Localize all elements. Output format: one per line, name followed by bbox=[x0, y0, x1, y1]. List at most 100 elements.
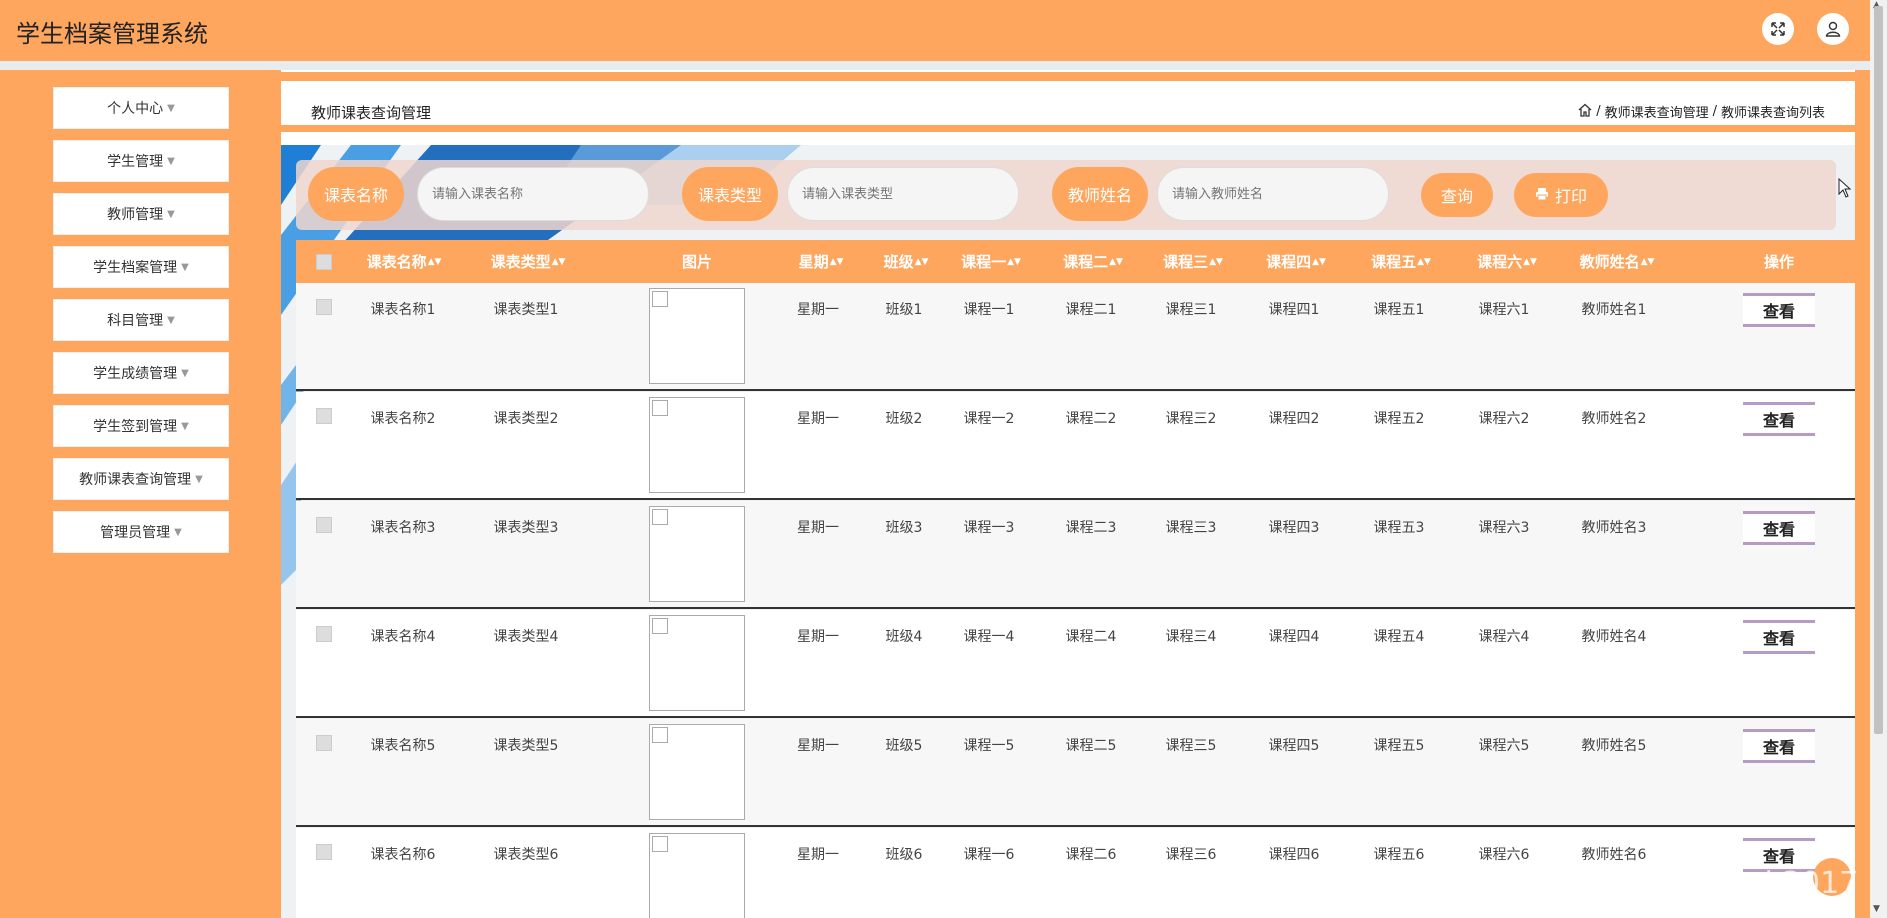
cell-class: 班级1 bbox=[885, 302, 923, 318]
column-header[interactable]: 教师姓名 ▲▼ bbox=[1572, 240, 1662, 283]
caret-down-icon: ▼ bbox=[181, 261, 189, 273]
row-checkbox[interactable] bbox=[316, 408, 332, 424]
sort-icon: ▲▼ bbox=[1007, 256, 1021, 267]
cell-weekday: 星期一 bbox=[797, 629, 839, 645]
column-header[interactable]: 星期 ▲▼ bbox=[796, 240, 846, 283]
cell-c3: 课程三3 bbox=[1165, 520, 1217, 536]
column-header[interactable]: 课程六 ▲▼ bbox=[1472, 240, 1542, 283]
sidebar-item-label: 学生档案管理 bbox=[93, 260, 178, 276]
select-all-checkbox[interactable] bbox=[314, 240, 334, 283]
cell-type: 课表类型2 bbox=[493, 411, 559, 427]
sidebar-item[interactable]: 教师课表查询管理 ▼ bbox=[53, 458, 229, 500]
sort-icon: ▲▼ bbox=[1417, 256, 1431, 267]
column-header[interactable]: 课表名称 ▲▼ bbox=[364, 240, 444, 283]
sidebar-item-label: 学生签到管理 bbox=[93, 419, 178, 435]
user-icon[interactable] bbox=[1817, 13, 1849, 45]
cell-name: 课表名称5 bbox=[370, 738, 436, 754]
cell-name: 课表名称6 bbox=[370, 847, 436, 863]
row-checkbox[interactable] bbox=[316, 844, 332, 860]
app-title: 学生档案管理系统 bbox=[16, 20, 208, 48]
column-header[interactable]: 课程二 ▲▼ bbox=[1058, 240, 1128, 283]
mouse-cursor-icon bbox=[1838, 177, 1852, 202]
column-header[interactable]: 课程四 ▲▼ bbox=[1261, 240, 1331, 283]
cell-c6: 课程六1 bbox=[1478, 302, 1530, 318]
home-icon[interactable] bbox=[1578, 103, 1592, 121]
sidebar-item[interactable]: 科目管理 ▼ bbox=[53, 299, 229, 341]
search-input-name[interactable] bbox=[417, 167, 649, 221]
cell-type: 课表类型5 bbox=[493, 738, 559, 754]
column-header[interactable]: 课程三 ▲▼ bbox=[1158, 240, 1228, 283]
cell-name: 课表名称4 bbox=[370, 629, 436, 645]
vertical-scrollbar[interactable]: ▲ ▼ bbox=[1870, 0, 1887, 918]
cell-c4: 课程四6 bbox=[1268, 847, 1320, 863]
column-header[interactable]: 班级 ▲▼ bbox=[881, 240, 931, 283]
row-checkbox[interactable] bbox=[316, 735, 332, 751]
scroll-down-icon[interactable]: ▼ bbox=[1873, 904, 1880, 914]
sidebar-item[interactable]: 学生签到管理 ▼ bbox=[53, 405, 229, 447]
sidebar-item[interactable]: 学生成绩管理 ▼ bbox=[53, 352, 229, 394]
schedule-table: 课表名称 ▲▼ 课表类型 ▲▼ 图片 星期 ▲▼ 班级 ▲▼ 课程一 ▲▼ 课程二 ▲▼ 课… bbox=[296, 240, 1855, 918]
row-checkbox[interactable] bbox=[316, 517, 332, 533]
cell-type: 课表类型3 bbox=[493, 520, 559, 536]
fullscreen-icon[interactable] bbox=[1762, 13, 1794, 45]
broken-image-icon bbox=[652, 400, 668, 416]
caret-down-icon: ▼ bbox=[181, 420, 189, 432]
caret-down-icon: ▼ bbox=[174, 526, 182, 538]
sidebar-item[interactable]: 个人中心 ▼ bbox=[53, 87, 229, 129]
view-button[interactable]: 查看 bbox=[1743, 511, 1815, 545]
view-button[interactable]: 查看 bbox=[1743, 729, 1815, 763]
view-button[interactable]: 查看 bbox=[1743, 620, 1815, 654]
search-input-type[interactable] bbox=[787, 167, 1019, 221]
column-header[interactable]: 课程一 ▲▼ bbox=[956, 240, 1026, 283]
cell-class: 班级2 bbox=[885, 411, 923, 427]
column-header[interactable]: 课表类型 ▲▼ bbox=[488, 240, 568, 283]
cell-type: 课表类型1 bbox=[493, 302, 559, 318]
cell-c3: 课程三5 bbox=[1165, 738, 1217, 754]
cell-c4: 课程四5 bbox=[1268, 738, 1320, 754]
view-button[interactable]: 查看 bbox=[1743, 402, 1815, 436]
sidebar-item-label: 管理员管理 bbox=[100, 525, 171, 541]
cell-teacher: 教师姓名1 bbox=[1581, 302, 1647, 318]
title-band-top bbox=[281, 72, 1855, 81]
sidebar-item[interactable]: 学生管理 ▼ bbox=[53, 140, 229, 182]
sort-icon: ▲▼ bbox=[551, 256, 566, 267]
caret-down-icon: ▼ bbox=[167, 208, 175, 220]
print-button[interactable]: 打印 bbox=[1514, 173, 1608, 217]
print-icon bbox=[1535, 186, 1549, 205]
cell-c6: 课程六4 bbox=[1478, 629, 1530, 645]
cell-teacher: 教师姓名2 bbox=[1581, 411, 1647, 427]
watermark: CSDN @ck3017 bbox=[1623, 866, 1859, 901]
breadcrumb-item[interactable]: 教师课表查询管理 bbox=[1605, 102, 1709, 121]
row-checkbox[interactable] bbox=[316, 299, 332, 315]
cell-class: 班级3 bbox=[885, 520, 923, 536]
page-title: 教师课表查询管理 bbox=[311, 104, 432, 122]
column-header[interactable]: 课程五 ▲▼ bbox=[1366, 240, 1436, 283]
broken-image-icon bbox=[652, 509, 668, 525]
schedule-image bbox=[649, 506, 745, 602]
view-button[interactable]: 查看 bbox=[1743, 293, 1815, 327]
query-button[interactable]: 查询 bbox=[1421, 173, 1493, 217]
sidebar-item[interactable]: 管理员管理 ▼ bbox=[53, 511, 229, 553]
cell-c5: 课程五1 bbox=[1373, 302, 1425, 318]
table-row: 课表名称3 课表类型3 星期一 班级3 课程一3 课程二3 课程三3 课程四3 课程五3 课程六3… bbox=[296, 501, 1855, 609]
sidebar-item-label: 科目管理 bbox=[107, 313, 164, 329]
cell-c4: 课程四3 bbox=[1268, 520, 1320, 536]
sidebar-item-label: 教师管理 bbox=[107, 207, 164, 223]
cell-c3: 课程三4 bbox=[1165, 629, 1217, 645]
table-row: 课表名称2 课表类型2 星期一 班级2 课程一2 课程二2 课程三2 课程四2 课程五2 课程六2… bbox=[296, 392, 1855, 500]
cell-c1: 课程一1 bbox=[963, 302, 1015, 318]
search-input-teacher[interactable] bbox=[1157, 167, 1389, 221]
scrollbar-thumb[interactable] bbox=[1874, 6, 1883, 734]
sidebar-item[interactable]: 学生档案管理 ▼ bbox=[53, 246, 229, 288]
sort-icon: ▲▼ bbox=[427, 256, 442, 267]
row-checkbox[interactable] bbox=[316, 626, 332, 642]
breadcrumb-separator: / bbox=[1712, 104, 1717, 119]
sort-icon: ▲▼ bbox=[1209, 256, 1223, 267]
breadcrumb: / 教师课表查询管理 / 教师课表查询列表 bbox=[1578, 102, 1825, 121]
sort-icon: ▲▼ bbox=[1312, 256, 1326, 267]
cell-c3: 课程三2 bbox=[1165, 411, 1217, 427]
cell-type: 课表类型4 bbox=[493, 629, 559, 645]
schedule-image bbox=[649, 397, 745, 493]
cell-c1: 课程一4 bbox=[963, 629, 1015, 645]
sidebar-item[interactable]: 教师管理 ▼ bbox=[53, 193, 229, 235]
